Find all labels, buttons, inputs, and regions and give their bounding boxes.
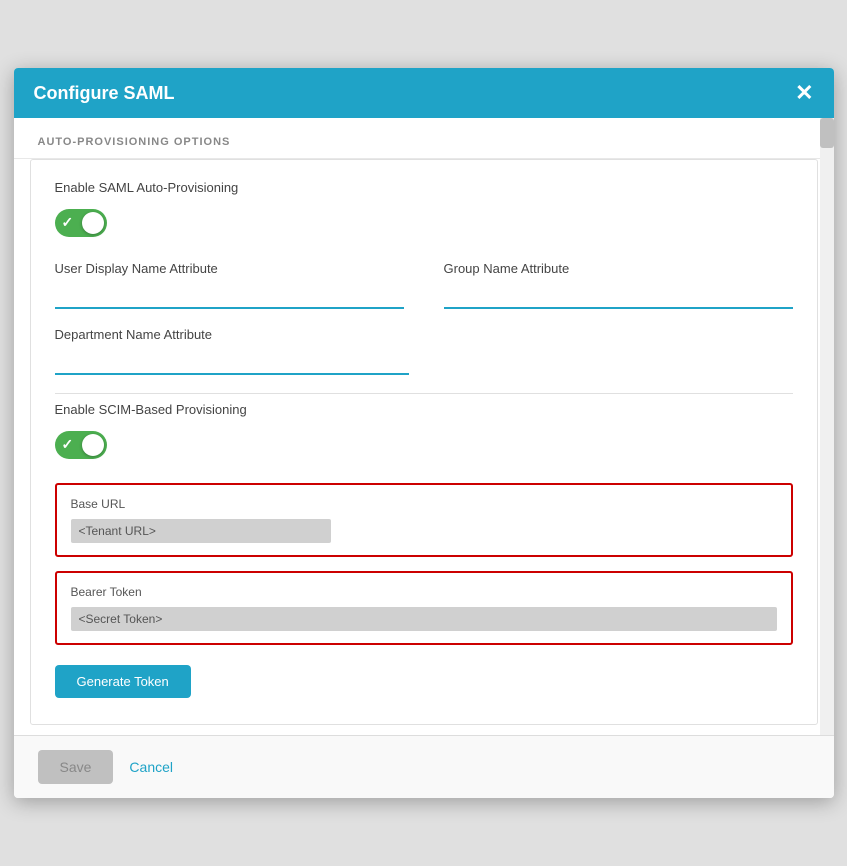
bearer-token-box: Bearer Token <Secret Token> bbox=[55, 571, 793, 645]
modal-title: Configure SAML bbox=[34, 83, 175, 104]
department-name-input[interactable] bbox=[55, 350, 409, 375]
enable-scim-group: Enable SCIM-Based Provisioning ✓ bbox=[55, 402, 793, 465]
toggle-knob bbox=[82, 212, 104, 234]
enable-scim-label: Enable SCIM-Based Provisioning bbox=[55, 402, 793, 417]
scrollbar-track[interactable] bbox=[820, 118, 834, 735]
toggle-track: ✓ bbox=[55, 209, 107, 237]
saml-toggle[interactable]: ✓ bbox=[55, 209, 107, 237]
bearer-token-value-bar: <Secret Token> bbox=[71, 607, 777, 631]
saml-toggle-control[interactable]: ✓ bbox=[55, 209, 107, 237]
base-url-value: <Tenant URL> bbox=[79, 524, 156, 538]
auto-provisioning-section-label: AUTO-PROVISIONING OPTIONS bbox=[14, 118, 834, 159]
scim-toggle-check-icon: ✓ bbox=[62, 436, 74, 453]
scim-toggle-control[interactable]: ✓ bbox=[55, 431, 107, 459]
scim-toggle[interactable]: ✓ bbox=[55, 431, 107, 459]
auto-provisioning-section: Enable SAML Auto-Provisioning ✓ User Dis… bbox=[30, 159, 818, 725]
bearer-token-label: Bearer Token bbox=[71, 585, 777, 599]
department-name-group: Department Name Attribute bbox=[55, 327, 409, 375]
department-name-label: Department Name Attribute bbox=[55, 327, 409, 342]
modal-dialog: Configure SAML ✕ AUTO-PROVISIONING OPTIO… bbox=[14, 68, 834, 798]
group-name-label: Group Name Attribute bbox=[444, 261, 793, 276]
cancel-button[interactable]: Cancel bbox=[129, 759, 173, 775]
close-button[interactable]: ✕ bbox=[795, 82, 813, 104]
group-name-group: Group Name Attribute bbox=[444, 261, 793, 309]
enable-saml-label: Enable SAML Auto-Provisioning bbox=[55, 180, 793, 195]
bearer-token-value: <Secret Token> bbox=[79, 612, 163, 626]
modal-header: Configure SAML ✕ bbox=[14, 68, 834, 118]
name-attributes-row: User Display Name Attribute Group Name A… bbox=[55, 261, 793, 327]
modal-body: AUTO-PROVISIONING OPTIONS Enable SAML Au… bbox=[14, 118, 834, 735]
scim-toggle-knob bbox=[82, 434, 104, 456]
user-display-name-input[interactable] bbox=[55, 284, 404, 309]
base-url-box: Base URL <Tenant URL> bbox=[55, 483, 793, 557]
user-display-name-group: User Display Name Attribute bbox=[55, 261, 404, 309]
base-url-value-bar: <Tenant URL> bbox=[71, 519, 331, 543]
generate-token-button[interactable]: Generate Token bbox=[55, 665, 191, 698]
base-url-label: Base URL bbox=[71, 497, 777, 511]
toggle-check-icon: ✓ bbox=[62, 214, 74, 231]
enable-saml-group: Enable SAML Auto-Provisioning ✓ bbox=[55, 180, 793, 243]
divider bbox=[55, 393, 793, 394]
scim-toggle-track: ✓ bbox=[55, 431, 107, 459]
modal-footer: Save Cancel bbox=[14, 735, 834, 798]
user-display-name-label: User Display Name Attribute bbox=[55, 261, 404, 276]
scrollbar-thumb[interactable] bbox=[820, 118, 834, 148]
save-button[interactable]: Save bbox=[38, 750, 114, 784]
group-name-input[interactable] bbox=[444, 284, 793, 309]
